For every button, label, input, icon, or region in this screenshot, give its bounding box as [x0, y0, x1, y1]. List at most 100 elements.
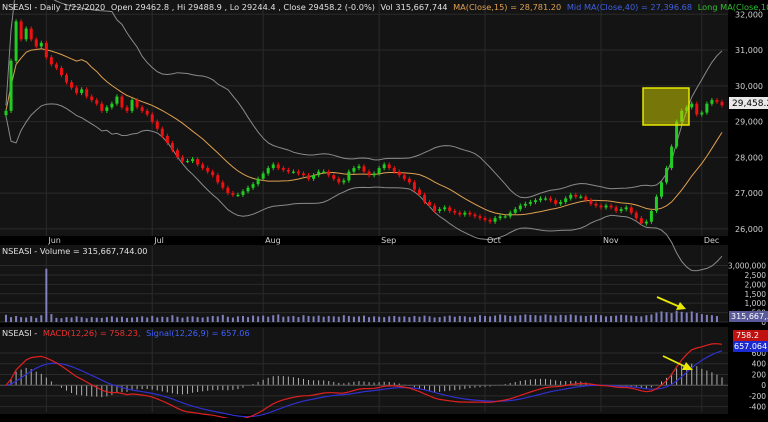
volume-bar — [60, 318, 63, 322]
month-label: Aug — [265, 236, 281, 245]
candle-body — [483, 218, 487, 220]
volume-bar — [650, 314, 653, 322]
volume-bar — [191, 316, 194, 322]
candle-body — [196, 159, 200, 165]
price-volume: Vol 315,667,744 — [381, 2, 448, 12]
volume-bar — [458, 315, 461, 322]
volume-bar — [337, 316, 340, 322]
volume-bar — [549, 315, 552, 322]
volume-bar — [670, 312, 673, 322]
volume-bar — [620, 314, 623, 322]
candle-body — [291, 171, 295, 173]
candle-body — [544, 198, 548, 200]
volume-bar — [161, 316, 164, 322]
volume-bar — [489, 316, 492, 322]
volume-bar — [610, 315, 613, 322]
volume-bar — [45, 268, 48, 322]
candle-body — [463, 212, 467, 215]
candle-body — [145, 110, 149, 115]
volume-bar — [332, 316, 335, 322]
volume-bar — [35, 317, 38, 322]
candle-body — [564, 198, 568, 203]
candle-body — [453, 210, 457, 213]
candle-body — [170, 143, 174, 151]
candle-body — [19, 21, 23, 40]
volume-bar — [564, 315, 567, 322]
candle-body — [362, 166, 366, 172]
candle-body — [599, 205, 603, 208]
volume-bar — [75, 316, 78, 322]
candle-body — [659, 182, 663, 197]
volume-bar — [584, 315, 587, 322]
candle-body — [130, 100, 134, 111]
volume-bar — [695, 312, 698, 322]
volume-bar — [368, 317, 371, 322]
volume-bar — [50, 314, 53, 322]
candle-body — [468, 212, 472, 215]
price-ma-mid: Mid MA(Close,40) = 27,396.68 — [567, 2, 692, 12]
volume-bar — [110, 316, 113, 322]
volume-bar — [463, 316, 466, 322]
volume-bar — [700, 314, 703, 322]
candle-body — [90, 96, 94, 101]
candle-body — [428, 202, 432, 206]
price-tick-label: 30,000 — [735, 82, 763, 91]
candle-body — [508, 212, 512, 217]
candle-body — [80, 89, 84, 93]
candle-body — [165, 135, 169, 144]
candle-body — [135, 100, 139, 108]
month-label: Jun — [47, 236, 61, 245]
candle-body — [559, 202, 563, 204]
candle-body — [266, 168, 270, 174]
volume-bar — [55, 317, 58, 322]
candle-body — [387, 164, 391, 169]
stock-chart-svg[interactable]: 26,00027,00028,00029,00030,00031,00032,0… — [0, 0, 768, 420]
candle-body — [100, 103, 104, 111]
macd-tick-label: 200 — [752, 370, 767, 379]
volume-bar — [287, 316, 290, 322]
volume-bar — [448, 315, 451, 322]
candle-body — [317, 171, 321, 176]
price-ma-long: Long MA(Close,100) = 27,13 — [698, 2, 768, 12]
candle-body — [281, 168, 285, 170]
volume-bar — [176, 316, 179, 322]
price-close: Close 29458.2 (-0.0%) — [283, 2, 375, 12]
candle-body — [518, 205, 522, 210]
volume-bar — [282, 316, 285, 322]
candle-body — [337, 178, 341, 183]
candle-body — [377, 168, 381, 174]
candle-body — [75, 87, 79, 93]
candle-body — [665, 168, 669, 183]
volume-bar — [579, 315, 582, 322]
candle-body — [54, 64, 58, 68]
candle-body — [448, 207, 452, 211]
candle-body — [569, 194, 573, 199]
volume-bar — [196, 317, 199, 322]
candle-body — [372, 173, 376, 176]
macd-tick-label: -400 — [749, 403, 766, 412]
volume-bar — [40, 315, 43, 322]
candle-body — [180, 157, 184, 161]
volume-bar — [241, 315, 244, 322]
volume-bar — [418, 316, 421, 322]
price-tick-label: 26,000 — [735, 225, 763, 234]
volume-bar — [433, 317, 436, 322]
volume-bar — [292, 315, 295, 322]
candle-body — [458, 212, 462, 215]
volume-bar — [105, 317, 108, 322]
candle-body — [296, 171, 300, 174]
macd-panel-bg — [0, 327, 728, 414]
candle-body — [654, 196, 658, 211]
volume-bar — [645, 315, 648, 322]
candle-body — [619, 209, 623, 211]
candle-body — [634, 212, 638, 219]
candle-body — [211, 171, 215, 176]
candle-body — [523, 203, 527, 206]
candle-body — [412, 182, 416, 190]
price-low: Lo 29244.4 — [230, 2, 276, 12]
volume-bar — [599, 315, 602, 322]
candle-body — [574, 194, 578, 197]
volume-bar — [478, 315, 481, 322]
volume-tick-label: 1,500 — [745, 290, 767, 299]
volume-bar — [216, 316, 219, 322]
